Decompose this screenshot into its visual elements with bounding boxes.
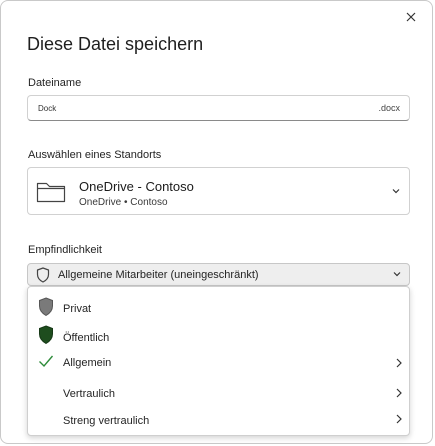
chevron-right-icon xyxy=(396,358,402,368)
sensitivity-select[interactable]: Allgemeine Mitarbeiter (uneingeschränkt) xyxy=(27,263,410,286)
sensitivity-option-streng-vertraulich[interactable]: Streng vertraulich xyxy=(28,408,409,434)
folder-icon xyxy=(36,182,66,203)
option-label: Privat xyxy=(63,303,92,315)
filename-field[interactable]: Dock .docx xyxy=(27,95,410,121)
close-icon xyxy=(406,12,416,22)
location-name: OneDrive - Contoso xyxy=(79,179,194,194)
filename-value[interactable]: Dock xyxy=(38,104,56,113)
sensitivity-option-allgemein[interactable]: Allgemein xyxy=(28,350,409,376)
chevron-right-icon xyxy=(396,388,402,398)
option-label: Vertraulich xyxy=(63,388,115,400)
option-label: Streng vertraulich xyxy=(63,415,150,427)
save-dialog: Diese Datei speichern Dateiname Dock .do… xyxy=(0,0,433,444)
location-select[interactable]: OneDrive - Contoso OneDrive • Contoso xyxy=(27,167,410,215)
sensitivity-selected-value: Allgemeine Mitarbeiter (uneingeschränkt) xyxy=(58,269,259,281)
close-button[interactable] xyxy=(398,5,424,29)
chevron-down-icon xyxy=(393,272,401,277)
location-label: Auswählen eines Standorts xyxy=(28,149,162,161)
chevron-right-icon xyxy=(396,414,402,424)
sensitivity-dropdown: Privat Öffentlich Allgemein Vertraulich xyxy=(27,286,410,436)
chevron-down-icon xyxy=(392,189,400,194)
location-path: OneDrive • Contoso xyxy=(79,197,168,208)
sensitivity-label: Empfindlichkeit xyxy=(28,244,102,256)
filename-label: Dateiname xyxy=(28,77,82,89)
sensitivity-option-vertraulich[interactable]: Vertraulich xyxy=(28,381,409,407)
checkmark-icon xyxy=(39,355,54,368)
option-label: Allgemein xyxy=(63,357,112,369)
shield-outline-icon xyxy=(36,267,50,283)
dialog-title: Diese Datei speichern xyxy=(27,34,204,54)
sensitivity-option-oeffentlich[interactable]: Öffentlich xyxy=(28,323,409,349)
sensitivity-option-privat[interactable]: Privat xyxy=(28,295,409,321)
shield-gray-icon xyxy=(39,297,53,317)
option-label: Öffentlich xyxy=(63,332,110,344)
shield-green-icon xyxy=(39,325,53,345)
filename-extension: .docx xyxy=(378,103,400,113)
